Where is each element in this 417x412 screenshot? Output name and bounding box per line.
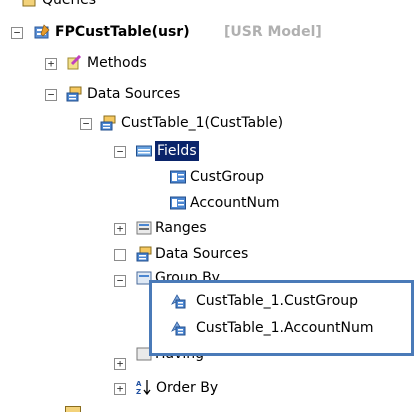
datasource-icon: [100, 115, 116, 131]
tree-node-label: Data Sources: [87, 86, 181, 102]
tree-node-label: Order By: [156, 380, 219, 396]
tree-node-label: Ranges: [155, 220, 207, 236]
groupby-field-icon: [171, 321, 186, 336]
svg-text:Z: Z: [136, 388, 141, 395]
groupby-field-label: CustTable_1.CustGroup: [196, 293, 359, 309]
tree-node-label: Queries: [42, 0, 97, 8]
ranges-icon: [136, 221, 152, 235]
expander-fields[interactable]: −: [114, 146, 126, 158]
expander-nested-datasources[interactable]: [114, 249, 126, 261]
datasources-icon: [136, 246, 152, 262]
tree-node-label: CustTable_1(CustTable): [121, 115, 284, 131]
groupby-field-icon: [171, 294, 186, 309]
queries-icon: [22, 0, 36, 7]
root-label: FPCustTable(usr): [55, 24, 190, 40]
expander-orderby[interactable]: +: [114, 383, 126, 395]
tree-node-partial: [45, 406, 125, 412]
tree-node-label: Fields: [154, 140, 200, 162]
layer-badge: [USR Model]: [224, 24, 322, 40]
expander-datasources[interactable]: −: [45, 89, 57, 101]
tree-node-label: Data Sources: [155, 246, 249, 262]
tree-node-label: CustGroup: [190, 169, 265, 185]
datasources-icon: [66, 86, 82, 102]
groupby-callout: CustTable_1.CustGroup CustTable_1.Accoun…: [149, 280, 414, 356]
expander-having[interactable]: +: [114, 358, 126, 370]
svg-text:A: A: [136, 380, 142, 388]
methods-icon: [67, 55, 82, 70]
query-edit-icon: [34, 24, 50, 39]
field-icon: [170, 196, 186, 210]
expander-groupby[interactable]: −: [114, 275, 126, 287]
expander-custtable[interactable]: −: [80, 118, 92, 130]
expander-root[interactable]: −: [11, 27, 23, 39]
expander-ranges[interactable]: +: [114, 223, 126, 235]
fields-icon: [136, 145, 152, 157]
expander-methods[interactable]: +: [45, 58, 57, 70]
field-icon: [170, 170, 186, 184]
tree-node-label: AccountNum: [190, 195, 280, 211]
tree-node-label: Methods: [87, 55, 147, 71]
groupby-field-label: CustTable_1.AccountNum: [196, 320, 374, 336]
sort-az-icon: A Z: [136, 380, 151, 395]
